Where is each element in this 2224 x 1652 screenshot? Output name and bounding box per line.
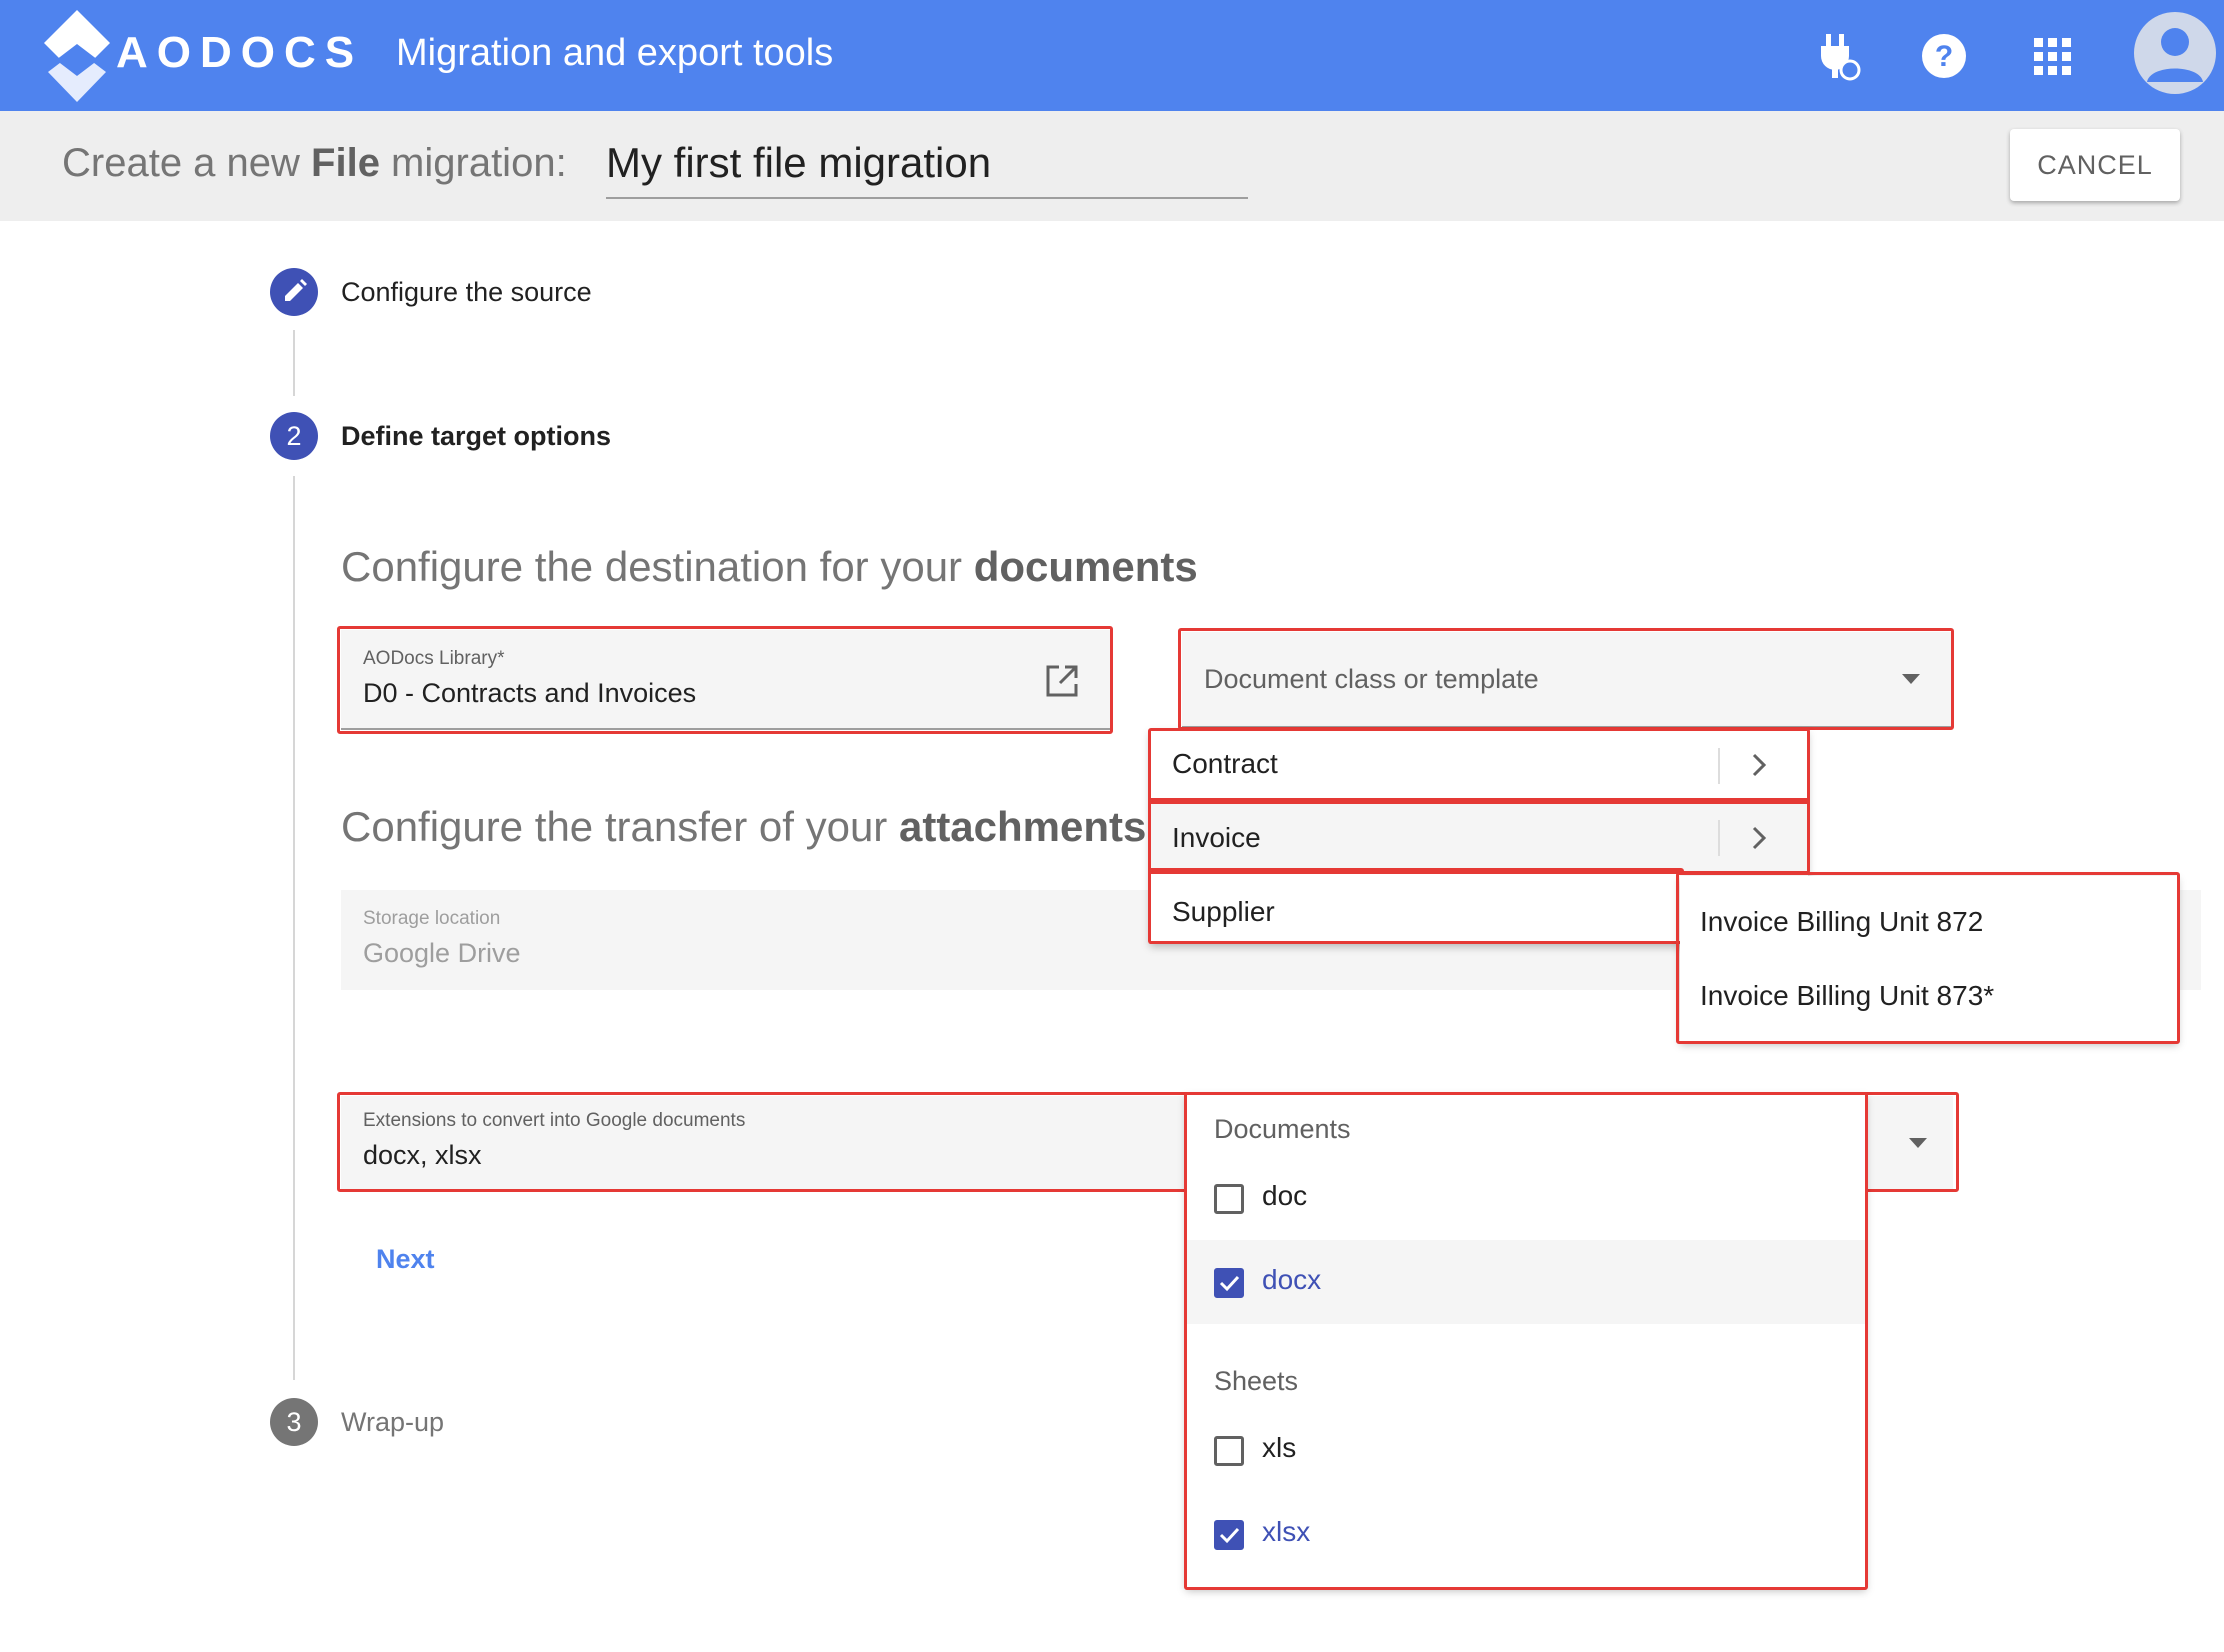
step-1-edit-icon[interactable] — [270, 268, 318, 316]
documents-section-title: Configure the destination for your docum… — [341, 543, 1198, 590]
next-button[interactable]: Next — [376, 1244, 435, 1275]
step-2-label: Define target options — [341, 421, 612, 451]
highlight-contract — [1148, 728, 1810, 804]
storage-field-value: Google Drive — [363, 938, 521, 968]
step-1-label[interactable]: Configure the source — [341, 277, 592, 308]
aodocs-logo-icon — [44, 10, 110, 102]
account-avatar-icon[interactable] — [2134, 12, 2216, 94]
step-2-number: 2 — [270, 412, 318, 460]
stepper-connector — [293, 476, 295, 1380]
help-icon[interactable]: ? — [1918, 30, 1970, 82]
create-migration-label: Create a new File migration: — [62, 141, 567, 185]
highlight-library — [337, 626, 1113, 734]
migration-name-input[interactable]: My first file migration — [606, 135, 1248, 199]
step-3-number: 3 — [270, 1398, 318, 1446]
app-title: Migration and export tools — [396, 32, 834, 74]
app-bar: AODOCS Migration and export tools ? — [0, 0, 2224, 111]
migration-header: Create a new File migration: My first fi… — [0, 111, 2224, 221]
cancel-button[interactable]: CANCEL — [2010, 129, 2180, 201]
highlight-extensions-menu — [1184, 1092, 1868, 1590]
attachments-section-title: Configure the transfer of your attachmen… — [341, 803, 1147, 850]
highlight-document-class — [1178, 628, 1954, 730]
step-3-label[interactable]: Wrap-up — [341, 1407, 444, 1438]
highlight-invoice — [1148, 798, 1810, 874]
logo-text: AODOCS — [116, 28, 364, 77]
highlight-supplier — [1148, 868, 1684, 944]
apps-grid-icon[interactable] — [2026, 30, 2078, 82]
plug-refresh-icon[interactable] — [1812, 30, 1864, 82]
stepper-connector — [293, 330, 295, 396]
svg-text:?: ? — [1935, 40, 1953, 73]
highlight-invoice-submenu — [1676, 872, 2180, 1044]
storage-field-label: Storage location — [363, 908, 501, 929]
